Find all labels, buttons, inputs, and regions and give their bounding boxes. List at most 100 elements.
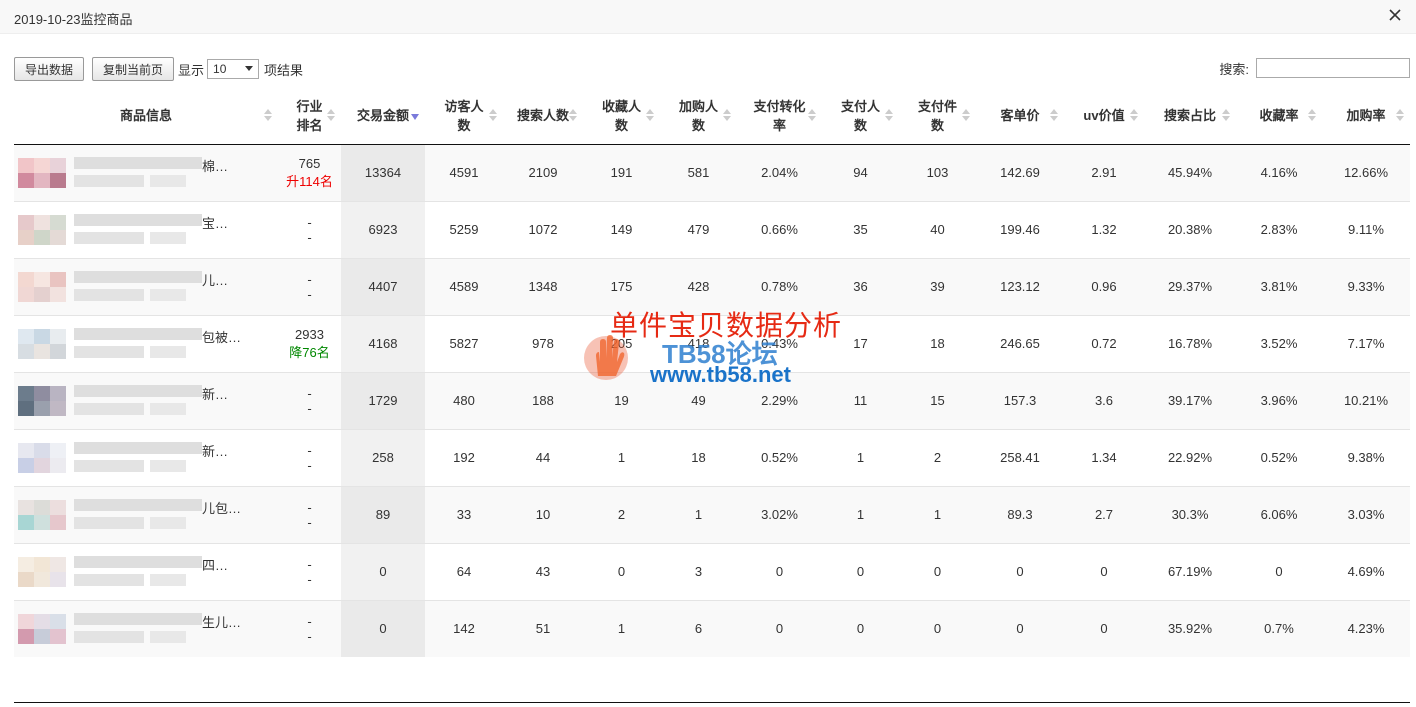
column-header-13[interactable]: 收藏率 (1236, 88, 1322, 145)
product-title-tail[interactable]: 儿… (202, 270, 228, 289)
search-label: 搜索: (1219, 61, 1249, 77)
blur-block (150, 402, 186, 415)
thumbnail-pixel (34, 385, 50, 401)
column-header-7[interactable]: 支付转化率 (737, 88, 822, 145)
table-row[interactable]: 生儿… - -0 142 51 1 6 0 0 0 0 0 35.92% 0.7% 4.23% (14, 600, 1410, 657)
product-thumbnail[interactable] (18, 550, 66, 594)
column-header-1[interactable]: 行业排名 (278, 88, 341, 145)
column-header-8[interactable]: 支付人数 (822, 88, 899, 145)
product-info-cell[interactable]: 包被… (14, 315, 278, 373)
thumbnail-pixel (50, 442, 66, 458)
rank-value: - (307, 214, 312, 230)
product-title-tail[interactable]: 包被… (202, 327, 241, 346)
product-thumbnail[interactable] (18, 493, 66, 537)
table-row[interactable]: 四… - -0 64 43 0 3 0 0 0 0 0 67.19% 0 4.69% (14, 543, 1410, 601)
thumbnail-pixel (50, 457, 66, 473)
column-header-0[interactable]: 商品信息 (14, 88, 278, 145)
product-info-cell[interactable]: 棉… (14, 144, 278, 202)
thumbnail-pixel (50, 328, 66, 344)
column-header-3[interactable]: 访客人数 (425, 88, 503, 145)
cell-search-ratio: 29.37% (1144, 258, 1236, 316)
dialog-titlebar: 2019-10-23监控商品 (0, 0, 1416, 34)
rank-change: - (307, 229, 312, 245)
product-thumbnail[interactable] (18, 322, 66, 366)
product-title-tail[interactable]: 棉… (202, 156, 228, 175)
table-row[interactable]: 棉… 765 升114名 13364 4591 2109 191 581 2.04% 94 103 1… (14, 144, 1410, 202)
product-thumbnail[interactable] (18, 379, 66, 423)
product-thumbnail[interactable] (18, 436, 66, 480)
cell-amount: 1729 (341, 372, 425, 430)
thumbnail-pixel (18, 442, 34, 458)
product-info-cell[interactable]: 新… (14, 372, 278, 430)
product-title-tail[interactable]: 新… (202, 441, 228, 460)
thumbnail-pixel (34, 400, 50, 416)
table-row[interactable]: 新… - -258 192 44 1 18 0.52% 1 2 258.41 1.34 22.92% 0.… (14, 429, 1410, 487)
product-info-cell[interactable]: 儿包… (14, 486, 278, 544)
cell-carts: 581 (660, 144, 737, 202)
product-title-tail[interactable]: 生儿… (202, 612, 241, 631)
cell-favs: 205 (583, 315, 660, 373)
product-info-cell[interactable]: 宝… (14, 201, 278, 259)
sort-desc-icon (411, 114, 419, 120)
column-header-2[interactable]: 交易金额 (341, 88, 425, 145)
table-row[interactable]: 包被… 2933 降76名 4168 5827 978 205 418 0.43% 17 18 246… (14, 315, 1410, 373)
product-info-cell[interactable]: 新… (14, 429, 278, 487)
column-header-14[interactable]: 加购率 (1322, 88, 1410, 145)
thumbnail-pixel (18, 214, 34, 230)
product-title-tail[interactable]: 儿包… (202, 498, 241, 517)
cell-amount: 89 (341, 486, 425, 544)
cell-payers: 1 (822, 486, 899, 544)
column-header-4[interactable]: 搜索人数 (503, 88, 583, 145)
table-row[interactable]: 宝… - -6923 5259 1072 149 479 0.66% 35 40 199.46 1.3… (14, 201, 1410, 259)
product-thumbnail[interactable] (18, 151, 66, 195)
cell-carts: 1 (660, 486, 737, 544)
close-icon[interactable] (1386, 6, 1404, 24)
cell-fav-rate: 0.52% (1236, 429, 1322, 487)
column-header-label: 支付人数 (840, 98, 880, 133)
column-header-5[interactable]: 收藏人数 (583, 88, 660, 145)
export-data-button[interactable]: 导出数据 (14, 57, 85, 81)
product-thumbnail[interactable] (18, 208, 66, 252)
column-header-11[interactable]: uv价值 (1064, 88, 1144, 145)
table-row[interactable]: 新… - -1729 480 188 19 49 2.29% 11 15 157.3 3.6 39.17… (14, 372, 1410, 430)
column-header-10[interactable]: 客单价 (976, 88, 1064, 145)
copy-page-button[interactable]: 复制当前页 (92, 57, 175, 81)
table-row[interactable]: 儿… - -4407 4589 1348 175 428 0.78% 36 39 123.12 0.9… (14, 258, 1410, 316)
cell-search-ratio: 20.38% (1144, 201, 1236, 259)
rank-change: - (307, 286, 312, 302)
search-input[interactable] (1256, 58, 1410, 78)
column-header-label: 交易金额 (356, 108, 409, 124)
cell-visitors: 192 (425, 429, 503, 487)
rank-value: - (307, 442, 312, 458)
product-info-cell[interactable]: 四… (14, 543, 278, 601)
cell-conv: 2.04% (737, 144, 822, 202)
product-title-tail[interactable]: 四… (202, 555, 228, 574)
product-title-tail[interactable]: 新… (202, 384, 228, 403)
product-thumbnail[interactable] (18, 607, 66, 651)
column-header-9[interactable]: 支付件数 (899, 88, 976, 145)
page-length-select[interactable]: 10 (207, 59, 260, 79)
column-header-12[interactable]: 搜索占比 (1144, 88, 1236, 145)
table-row[interactable]: 儿包… - -89 33 10 2 1 3.02% 1 1 89.3 2.7 30.3% 6.06% 3.0… (14, 486, 1410, 544)
blur-block (74, 174, 144, 187)
column-header-6[interactable]: 加购人数 (660, 88, 737, 145)
product-info-cell[interactable]: 生儿… (14, 600, 278, 657)
product-thumbnail[interactable] (18, 265, 66, 309)
column-header-label: 支付转化率 (753, 98, 806, 133)
sort-both-icon (327, 109, 335, 121)
thumbnail-pixel (50, 157, 66, 173)
column-header-label: 加购人数 (678, 98, 718, 133)
cell-payers: 35 (822, 201, 899, 259)
product-title-tail[interactable]: 宝… (202, 213, 228, 232)
thumbnail-pixel (34, 328, 50, 344)
sort-both-icon (723, 109, 731, 121)
product-info-cell[interactable]: 儿… (14, 258, 278, 316)
rank-value: - (307, 271, 312, 287)
cell-conv: 0 (737, 543, 822, 601)
cell-amount: 13364 (341, 144, 425, 202)
sort-both-icon (1396, 109, 1404, 121)
blur-block (74, 156, 202, 169)
cell-search-ratio: 67.19% (1144, 543, 1236, 601)
cell-favs: 19 (583, 372, 660, 430)
thumbnail-pixel (18, 613, 34, 629)
